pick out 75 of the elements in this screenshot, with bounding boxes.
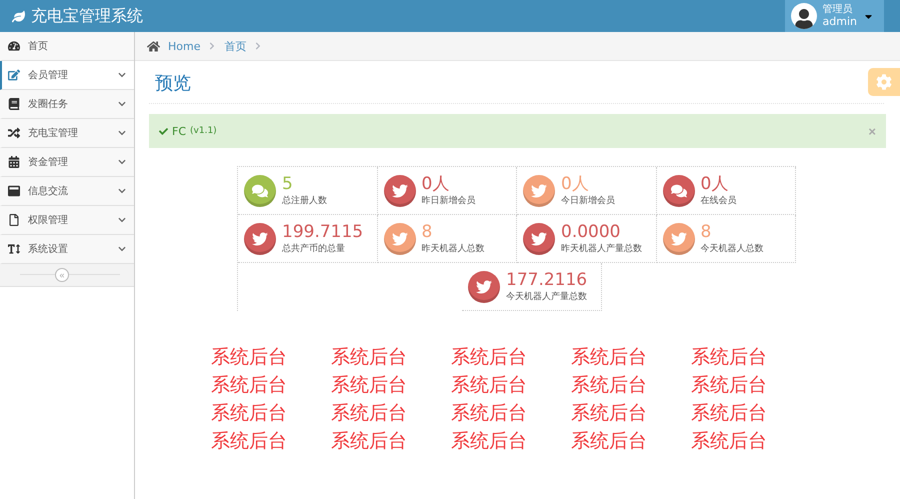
banner-text: 系统后台 [211,373,288,397]
book-icon [8,98,20,110]
banner-text: 系统后台 [451,345,528,369]
sidebar-item[interactable]: 发圈任务 [0,90,134,119]
user-role: 管理员 [822,4,854,16]
banner-text: 系统后台 [451,401,528,425]
user-name: admin [822,16,857,28]
alert-version: (v1.1) [190,126,218,136]
stat-label: 今天机器人产量总数 [506,290,588,303]
banner-text: 系统后台 [451,429,528,453]
banner-text: 系统后台 [691,401,768,425]
calendar-icon [8,156,20,168]
stat-value: 0人 [700,174,730,194]
sidebar-item[interactable]: 会员管理 [0,61,134,90]
banner-text: 系统后台 [691,373,768,397]
sidebar-item-label: 首页 [28,40,49,53]
stat-label: 今日新增会员 [561,194,615,207]
sidebar-item[interactable]: 权限管理 [0,206,134,235]
text-icon [8,243,20,255]
chevron-icon [254,42,262,50]
banner-text: 系统后台 [331,345,408,369]
leaf-icon [12,10,25,22]
banner-text: 系统后台 [211,401,288,425]
sidebar-item-label: 会员管理 [28,69,69,82]
page-title: 预览 [155,72,191,95]
banner-text: 系统后台 [691,345,768,369]
stat-value: 8 [422,222,434,242]
shuffle-icon [8,127,20,139]
sidebar-item-label: 系统设置 [28,242,69,256]
chevron-icon [208,42,216,50]
sidebar-item-label: 资金管理 [28,156,69,169]
sidebar-item[interactable]: 首页 [0,32,134,61]
stat-label: 总注册人数 [282,194,327,207]
settings-icon [876,74,892,90]
stat-value: 199.7115 [282,222,364,242]
stat-label: 总共产币的总量 [282,242,346,255]
stat-value: 0人 [422,174,450,194]
stat-value: 0人 [561,174,590,194]
sidebar-item[interactable]: 充电宝管理 [0,119,134,148]
banner-text: 系统后台 [331,373,408,397]
banner-text: 系统后台 [571,401,648,425]
sidebar-item-label: 权限管理 [28,214,69,227]
stat-label: 昨天机器人总数 [422,242,484,255]
sidebar-item-label: 充电宝管理 [28,126,79,140]
banner-text: 系统后台 [331,401,408,425]
stat-value: 177.2116 [506,270,588,290]
stat-label: 昨天机器人产量总数 [561,242,642,255]
stat-value: 5 [282,174,294,194]
sidebar-item[interactable]: 资金管理 [0,148,134,177]
stat-value: 0.0000 [561,222,622,242]
check-icon [159,126,168,136]
settings-button[interactable] [868,68,900,96]
home-icon [147,40,160,52]
stat-label: 今天机器人总数 [700,242,764,255]
sidebar-item[interactable]: 系统设置 [0,235,134,264]
banner-text: 系统后台 [571,345,648,369]
window-icon [8,185,20,197]
banner-text: 系统后台 [571,429,648,453]
stat-label: 在线会员 [700,194,736,207]
banner-text: 系统后台 [571,373,648,397]
stat-value: 8 [700,222,712,242]
app-title: 充电宝管理系统 [31,6,143,26]
banner-text: 系统后台 [211,345,288,369]
avatar-icon [790,3,817,29]
sidebar-item[interactable]: 信息交流 [0,177,134,206]
alert-title: FC [172,124,186,138]
banner-text: 系统后台 [331,429,408,453]
banner-text: 系统后台 [691,429,768,453]
banner-text: 系统后台 [451,373,528,397]
sidebar-item-label: 发圈任务 [28,98,69,111]
stat-label: 昨日新增会员 [422,194,476,207]
sidebar-item-label: 信息交流 [28,184,69,198]
banner-text: 系统后台 [211,429,288,453]
file-icon [8,214,20,226]
dashboard-icon [8,40,20,52]
